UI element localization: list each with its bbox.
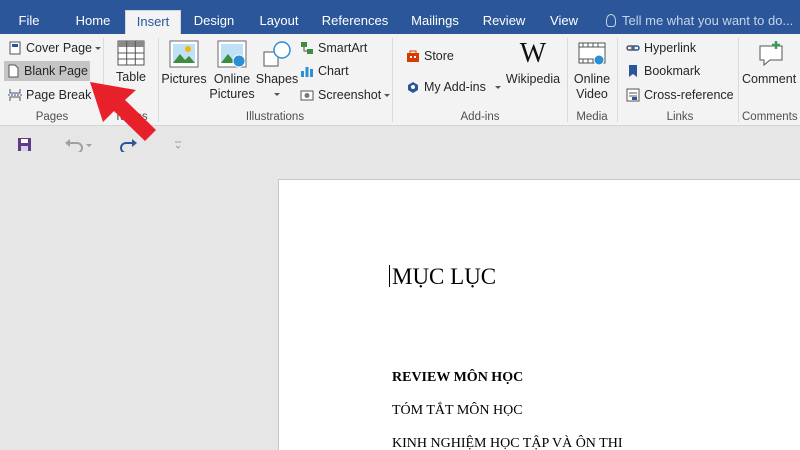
- group-label-tables: Tables: [114, 111, 148, 123]
- tab-home[interactable]: Home: [68, 8, 118, 34]
- ribbon-insert: Cover Page Blank Page Page Break Pages T…: [0, 34, 800, 126]
- online-video-button[interactable]: Online Video: [570, 40, 614, 102]
- tell-me-search[interactable]: Tell me what you want to do...: [606, 8, 793, 34]
- smartart-icon: [301, 42, 313, 54]
- wikipedia-icon: W: [519, 38, 547, 69]
- toc-line: REVIEW MÔN HỌC: [392, 370, 524, 385]
- cover-page-button[interactable]: Cover Page: [6, 38, 102, 58]
- screenshot-icon: [300, 90, 314, 101]
- pictures-icon: [169, 40, 199, 68]
- shapes-button[interactable]: Shapes: [255, 40, 299, 102]
- toc-line: TÓM TẮT MÔN HỌC: [392, 403, 523, 418]
- toc-heading: MỤC LỤC: [392, 264, 497, 289]
- wikipedia-label: Wikipedia: [505, 72, 561, 86]
- tab-insert[interactable]: Insert: [125, 10, 181, 34]
- pictures-label: Pictures: [161, 72, 207, 86]
- hyperlink-button[interactable]: Hyperlink: [624, 38, 696, 58]
- my-addins-label: My Add-ins: [424, 80, 486, 94]
- my-addins-button[interactable]: My Add-ins: [404, 77, 501, 97]
- blank-page-button[interactable]: Blank Page: [4, 61, 90, 81]
- online-video-label-2: Video: [576, 87, 608, 101]
- tab-file[interactable]: File: [8, 8, 50, 34]
- table-button[interactable]: Table: [108, 40, 154, 100]
- tab-layout[interactable]: Layout: [254, 8, 304, 34]
- comment-label: Comment: [742, 72, 797, 86]
- cover-page-label: Cover Page: [26, 41, 93, 55]
- hyperlink-icon: [626, 45, 640, 51]
- group-divider: [392, 38, 393, 122]
- online-video-label-1: Online: [573, 72, 611, 86]
- group-label-addins: Add-ins: [460, 111, 500, 123]
- online-pictures-button[interactable]: Online Pictures: [207, 40, 257, 102]
- chart-label: Chart: [318, 64, 349, 78]
- group-divider: [103, 38, 104, 122]
- customize-toolbar-icon[interactable]: [174, 140, 182, 150]
- comment-button[interactable]: Comment: [742, 40, 800, 87]
- my-addins-icon: [408, 82, 418, 93]
- group-divider: [738, 38, 739, 122]
- page-break-label: Page Break: [26, 88, 92, 102]
- blank-page-label: Blank Page: [24, 64, 88, 78]
- shapes-label: Shapes: [255, 72, 299, 86]
- table-icon: [117, 40, 145, 66]
- screenshot-label: Screenshot: [318, 88, 382, 102]
- group-label-illustrations: Illustrations: [245, 111, 305, 123]
- tab-view[interactable]: View: [542, 8, 586, 34]
- online-pictures-label-2: Pictures: [209, 87, 255, 101]
- bookmark-label: Bookmark: [644, 64, 701, 78]
- chart-icon: [301, 67, 313, 77]
- page-break-icon: [8, 89, 22, 101]
- group-label-links: Links: [666, 111, 694, 123]
- cover-page-icon: [9, 41, 21, 55]
- online-video-icon: [578, 42, 606, 66]
- redo-icon[interactable]: [120, 137, 138, 152]
- blank-page-icon: [8, 64, 19, 78]
- smartart-label: SmartArt: [318, 41, 368, 55]
- pictures-button[interactable]: Pictures: [161, 40, 207, 87]
- bookmark-icon: [629, 65, 637, 77]
- table-label: Table: [116, 70, 146, 84]
- group-label-media: Media: [576, 111, 608, 123]
- new-comment-icon: [759, 41, 783, 67]
- hyperlink-label: Hyperlink: [644, 41, 697, 55]
- wikipedia-button[interactable]: W Wikipedia: [504, 40, 562, 87]
- page-break-button[interactable]: Page Break: [6, 85, 91, 105]
- tab-references[interactable]: References: [318, 8, 392, 34]
- smartart-button[interactable]: SmartArt: [298, 38, 367, 58]
- tab-design[interactable]: Design: [188, 8, 240, 34]
- group-divider: [617, 38, 618, 122]
- shapes-icon: [263, 41, 291, 67]
- online-pictures-label-1: Online: [213, 72, 251, 86]
- cross-reference-label: Cross-reference: [644, 88, 734, 102]
- group-divider: [158, 38, 159, 122]
- text-cursor: [389, 265, 390, 287]
- toc-line: KINH NGHIỆM HỌC TẬP VÀ ÔN THI: [392, 436, 623, 450]
- lightbulb-icon: [606, 14, 616, 27]
- tab-review[interactable]: Review: [478, 8, 530, 34]
- chart-button[interactable]: Chart: [298, 61, 349, 81]
- ribbon-tab-bar: File Home Insert Design Layout Reference…: [0, 0, 800, 34]
- group-label-comments: Comments: [742, 111, 798, 123]
- group-label-pages: Pages: [35, 111, 69, 123]
- quick-access-toolbar: [0, 127, 800, 161]
- save-icon[interactable]: [17, 137, 32, 152]
- group-divider: [567, 38, 568, 122]
- document-page[interactable]: MỤC LỤC REVIEW MÔN HỌC TÓM TẮT MÔN HỌC K…: [278, 179, 800, 450]
- store-button[interactable]: Store: [404, 46, 454, 66]
- bookmark-button[interactable]: Bookmark: [624, 61, 700, 81]
- store-icon: [407, 50, 419, 62]
- undo-icon[interactable]: [64, 137, 92, 152]
- online-pictures-icon: [217, 40, 247, 68]
- screenshot-button[interactable]: Screenshot: [298, 85, 391, 105]
- cross-reference-icon: [626, 88, 640, 102]
- cross-reference-button[interactable]: Cross-reference: [624, 85, 734, 105]
- tell-me-text: Tell me what you want to do...: [622, 13, 794, 28]
- store-label: Store: [424, 49, 454, 63]
- tab-mailings[interactable]: Mailings: [404, 8, 466, 34]
